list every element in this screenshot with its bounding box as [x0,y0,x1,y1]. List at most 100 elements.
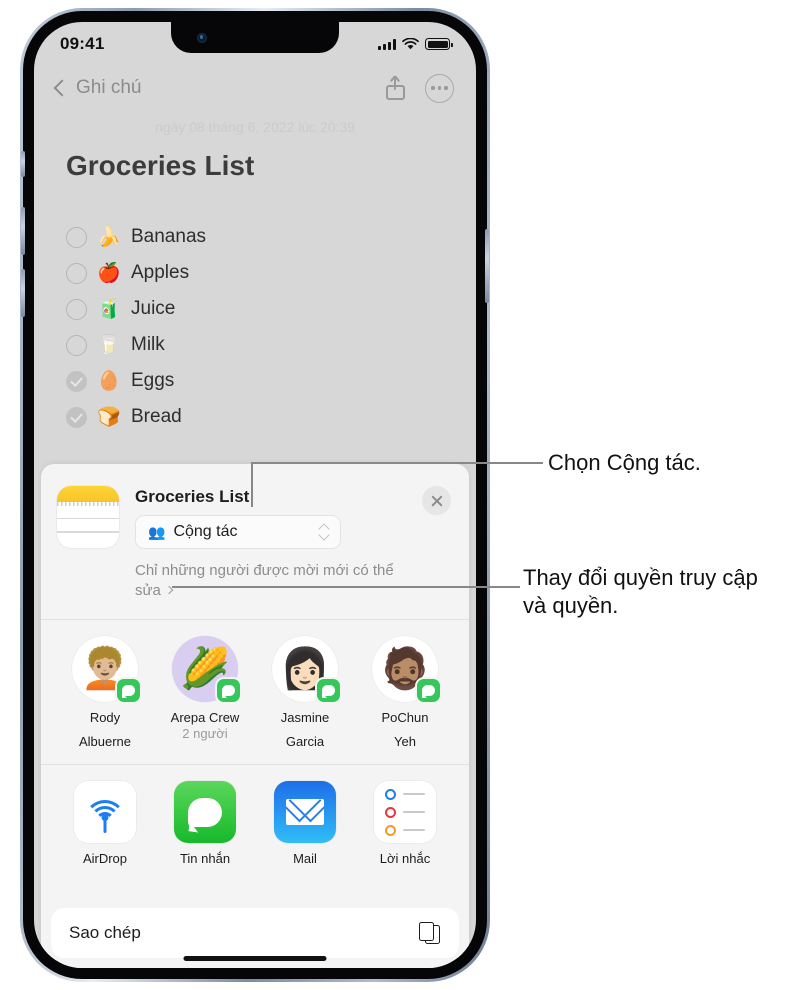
share-target-label: AirDrop [82,851,128,866]
share-target-mail[interactable]: Mail [255,781,355,866]
list-item-label: Apples [131,262,190,283]
checkbox-unchecked[interactable] [66,226,87,248]
apple-emoji-icon: 🍎 [97,263,121,284]
avatar-wrap: 🧔🏽 [372,635,440,702]
list-item[interactable]: 🥛 Milk [66,327,456,363]
contact-name-line2: Yeh [394,733,416,749]
messages-badge-icon [317,678,340,702]
contact-rody-albuerne[interactable]: 🧑🏼‍🦱 Rody Albuerne [55,635,155,751]
share-target-label: Tin nhắn [179,851,231,866]
contact-arepa-crew[interactable]: 🌽 Arepa Crew 2 người [155,635,255,751]
share-sheet-header: Groceries List 👥 Cộng tác Chỉ những ngườ… [41,464,469,602]
share-target-reminders[interactable]: Lời nhắc [355,781,455,866]
messages-badge-icon [217,678,240,702]
cellular-bars-icon [378,38,396,50]
back-button-ghi-chu[interactable]: Ghi chú [53,77,142,99]
silent-switch[interactable] [21,151,25,177]
list-item[interactable]: 🍎 Apples [66,255,456,291]
contact-jasmine-garcia[interactable]: 👩🏻 Jasmine Garcia [255,635,355,751]
share-target-airdrop[interactable]: AirDrop [55,781,155,866]
contact-pochun-yeh[interactable]: 🧔🏽 PoChun Yeh [355,635,455,751]
notes-app-icon [57,486,119,548]
share-target-label: Lời nhắc [379,851,431,866]
volume-up-button[interactable] [21,207,25,255]
contact-name-line2: Albuerne [78,733,132,749]
iphone-device-frame: 09:41 Ghi chú ngày 08 tháng 6, 2022 lúc … [20,8,490,982]
permission-settings-link[interactable]: Chỉ những người được mời mới có thể sửa [135,561,403,602]
list-item[interactable]: 🍞 Bread [66,399,456,435]
back-button-label: Ghi chú [76,77,142,98]
list-item[interactable]: 🧃 Juice [66,291,456,327]
close-icon [430,494,444,508]
bread-emoji-icon: 🍞 [97,407,121,428]
more-options-icon[interactable] [425,73,454,103]
copy-action-label: Sao chép [69,923,141,942]
list-item[interactable]: 🥚 Eggs [66,363,456,399]
avatar-wrap: 🧑🏼‍🦱 [72,635,140,702]
close-button[interactable] [422,486,451,515]
chevron-left-icon [53,79,71,97]
milk-emoji-icon: 🥛 [97,335,121,356]
suggested-contacts-row: 🧑🏼‍🦱 Rody Albuerne 🌽 Arepa Crew 2 người [41,620,469,761]
share-target-label: Mail [293,851,317,866]
messages-badge-icon [117,678,140,702]
notch [171,22,339,53]
callout-leader-line-1-horizontal [251,462,543,464]
reminders-icon [374,781,436,843]
list-item-label: Juice [131,298,176,319]
checklist: 🍌 Bananas 🍎 Apples 🧃 Juice 🥛 Milk 🥚 Eggs… [66,219,456,435]
copy-icon [419,921,441,945]
front-camera-icon [197,33,207,43]
power-button[interactable] [485,229,489,303]
collaboration-mode-select[interactable]: 👥 Cộng tác [135,515,341,549]
share-target-messages[interactable]: Tin nhắn [155,781,255,866]
checkbox-unchecked[interactable] [66,298,87,320]
up-down-chevron-icon [320,525,329,539]
list-item-label: Bananas [131,226,207,247]
phone-screen: 09:41 Ghi chú ngày 08 tháng 6, 2022 lúc … [34,22,476,968]
share-apps-row: AirDrop Tin nhắn Mail Lời nhắc [41,765,469,876]
contact-name-line1: PoChun [381,709,429,725]
checkbox-unchecked[interactable] [66,334,87,356]
collaboration-mode-label: Cộng tác [173,523,238,540]
egg-emoji-icon: 🥚 [97,371,121,392]
list-item-label: Bread [131,406,182,427]
battery-full-icon [425,38,453,50]
status-indicators [378,38,453,50]
list-item-label: Milk [131,334,165,355]
juice-emoji-icon: 🧃 [97,299,121,320]
share-sheet: Groceries List 👥 Cộng tác Chỉ những ngườ… [41,464,469,968]
messages-badge-icon [417,678,440,702]
mail-icon [274,781,336,843]
wifi-icon [402,38,419,50]
share-sheet-header-text: Groceries List 👥 Cộng tác Chỉ những ngườ… [135,486,453,602]
navbar-actions [386,73,454,103]
callout-label-choose-collaborate: Chọn Cộng tác. [548,450,701,475]
banana-emoji-icon: 🍌 [97,227,121,248]
list-item[interactable]: 🍌 Bananas [66,219,456,255]
callout-label-change-access: Thay đổi quyền truy cập và quyền. [523,565,758,618]
copy-action-row[interactable]: Sao chép [51,908,459,958]
checkbox-checked[interactable] [66,406,87,428]
checkbox-checked[interactable] [66,370,87,392]
share-sheet-title: Groceries List [135,487,250,506]
volume-down-button[interactable] [21,269,25,317]
avatar-wrap: 👩🏻 [272,635,340,702]
callout-leader-line-2-horizontal [172,586,520,588]
list-item-label: Eggs [131,370,175,391]
phone-bezel: 09:41 Ghi chú ngày 08 tháng 6, 2022 lúc … [21,11,489,979]
airdrop-icon [74,781,136,843]
contact-name-line1: Rody [89,709,121,725]
contact-name-line1: Jasmine [280,709,330,725]
note-date: ngày 08 tháng 6, 2022 lúc 20:39 [154,119,356,135]
permission-settings-label: Chỉ những người được mời mới có thể sửa [135,562,394,600]
home-indicator[interactable] [183,956,327,961]
share-icon[interactable] [386,76,405,100]
avatar-wrap: 🌽 [172,635,240,702]
contact-member-count: 2 người [182,725,228,741]
note-title: Groceries List [66,150,255,181]
contact-name-line2: Garcia [285,733,325,749]
checkbox-unchecked[interactable] [66,262,87,284]
contact-name-line1: Arepa Crew [170,709,240,725]
callout-leader-line-1-vertical [251,463,253,507]
